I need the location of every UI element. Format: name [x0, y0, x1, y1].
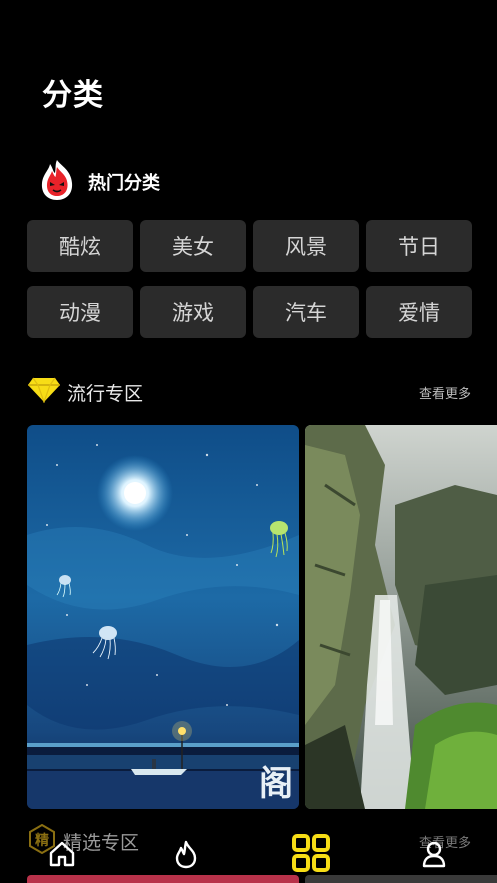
category-chip[interactable]: 风景: [253, 220, 359, 272]
category-grid-icon: [291, 833, 331, 877]
category-chip[interactable]: 酷炫: [27, 220, 133, 272]
category-chip[interactable]: 动漫: [27, 286, 133, 338]
category-chip[interactable]: 游戏: [140, 286, 246, 338]
category-chip[interactable]: 美女: [140, 220, 246, 272]
flame-mascot-icon: [38, 158, 76, 206]
home-icon: [47, 839, 77, 873]
jellyfish-night-sea-wallpaper: 阁: [27, 425, 299, 809]
tab-home[interactable]: [44, 838, 80, 874]
tab-hot[interactable]: [168, 838, 204, 874]
user-icon: [419, 839, 449, 873]
artist-signature: 阁: [259, 764, 293, 804]
category-chip[interactable]: 汽车: [253, 286, 359, 338]
bottom-tab-bar: [0, 830, 497, 883]
popular-section-header: 流行专区 查看更多: [27, 377, 471, 407]
waterfall-cliff-wallpaper: [305, 425, 497, 809]
page-title: 分类: [42, 78, 104, 113]
category-chip[interactable]: 爱情: [366, 286, 472, 338]
tab-category[interactable]: [291, 833, 331, 877]
popular-see-more-link[interactable]: 查看更多: [419, 383, 471, 402]
tab-profile[interactable]: [416, 838, 452, 874]
wallpaper-card[interactable]: 阁: [27, 425, 299, 809]
flame-icon: [171, 839, 201, 873]
wallpaper-card[interactable]: [305, 425, 497, 809]
diamond-icon: [27, 377, 61, 407]
hot-categories-header: 热门分类: [38, 160, 160, 204]
category-chip[interactable]: 节日: [366, 220, 472, 272]
category-grid: 酷炫 美女 风景 节日 动漫 游戏 汽车 爱情: [27, 220, 472, 338]
popular-section-title: 流行专区: [67, 382, 144, 405]
hot-categories-label: 热门分类: [88, 173, 160, 194]
